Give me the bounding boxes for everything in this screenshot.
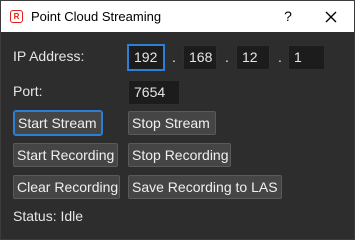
app-logo-icon: R — [10, 10, 23, 23]
status-text: Status: Idle — [13, 208, 84, 224]
start-recording-button[interactable]: Start Recording — [13, 143, 118, 167]
point-cloud-streaming-dialog: R Point Cloud Streaming ? IP Address: 19… — [0, 0, 355, 240]
ip-separator: . — [172, 49, 176, 65]
close-button[interactable] — [321, 7, 341, 27]
ip-separator: . — [225, 49, 229, 65]
app-logo-letter: R — [13, 11, 20, 21]
ip-octet-3-field[interactable]: 12 — [236, 45, 270, 70]
ip-octet-4-field[interactable]: 1 — [288, 45, 325, 70]
port-label: Port: — [13, 83, 43, 99]
title-bar: R Point Cloud Streaming ? — [1, 1, 354, 32]
help-button[interactable]: ? — [279, 7, 297, 25]
stop-stream-button[interactable]: Stop Stream — [128, 111, 216, 135]
window-title: Point Cloud Streaming — [31, 9, 162, 24]
ip-octet-1-field[interactable]: 192 — [127, 44, 165, 71]
close-icon — [325, 11, 337, 23]
clear-recording-button[interactable]: Clear Recording — [13, 175, 120, 199]
start-stream-button[interactable]: Start Stream — [13, 110, 103, 136]
save-recording-to-las-button[interactable]: Save Recording to LAS — [128, 175, 282, 199]
stop-recording-button[interactable]: Stop Recording — [128, 143, 231, 167]
ip-separator: . — [278, 49, 282, 65]
port-field[interactable]: 7654 — [128, 80, 180, 105]
ip-address-label: IP Address: — [13, 48, 85, 64]
ip-octet-2-field[interactable]: 168 — [183, 45, 217, 70]
